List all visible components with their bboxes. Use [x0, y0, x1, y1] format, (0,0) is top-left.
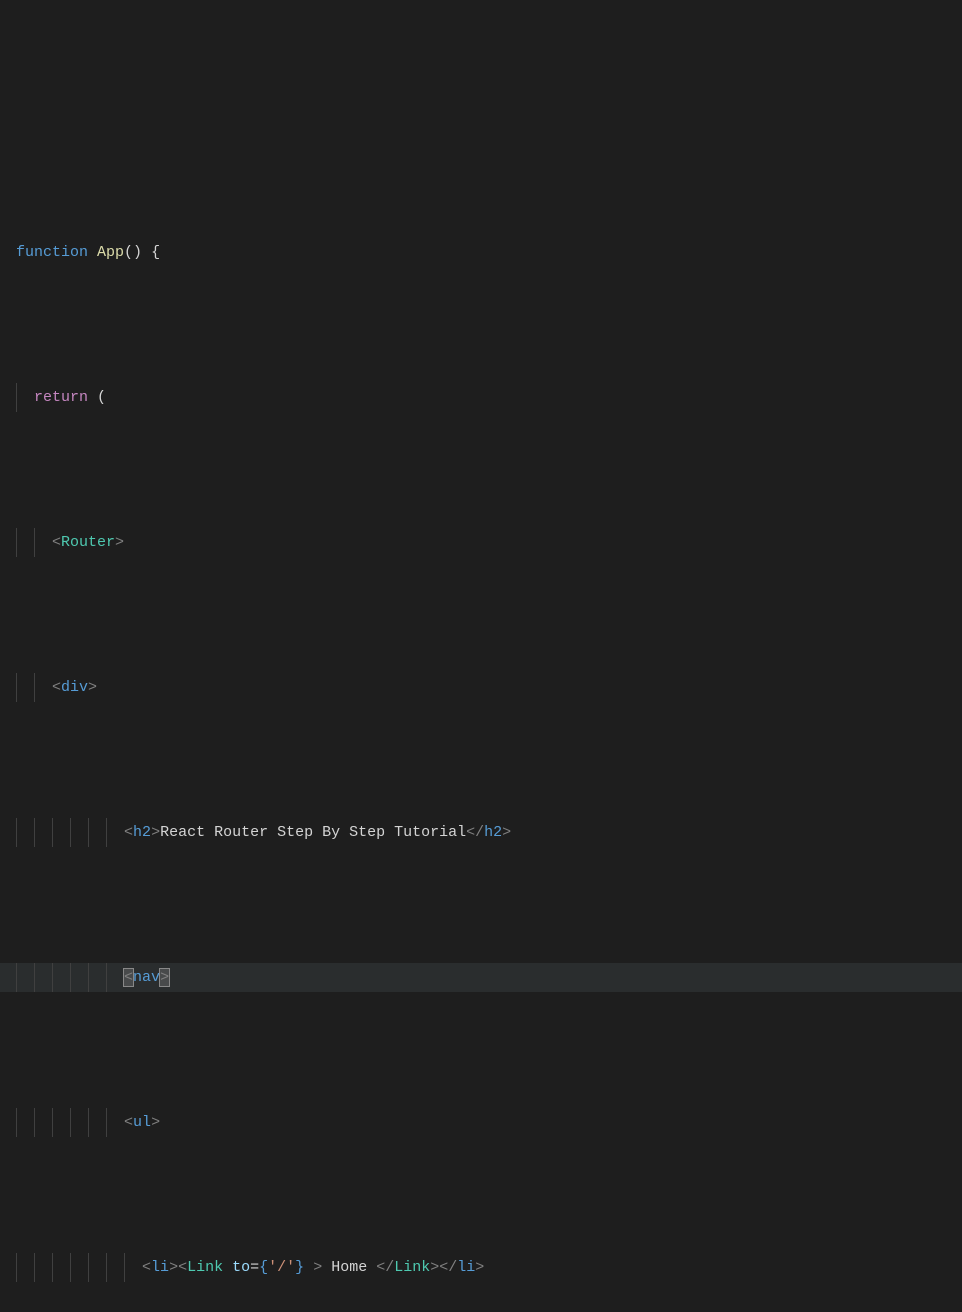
keyword-function: function: [16, 244, 88, 261]
link-path-0: '/': [268, 1259, 295, 1276]
code-line-active: <nav>: [0, 963, 962, 992]
jsx-link-tag: Link: [187, 1259, 223, 1276]
link-text-0: Home: [322, 1259, 376, 1276]
keyword-return: return: [34, 389, 88, 406]
parens: (): [124, 244, 142, 261]
jsx-ul-tag: ul: [133, 1114, 151, 1131]
jsx-div-tag: div: [61, 679, 88, 696]
open-brace: {: [151, 244, 160, 261]
function-name: App: [97, 244, 124, 261]
code-line: return (: [0, 383, 962, 412]
jsx-nav-tag: nav: [133, 969, 160, 986]
code-line: <ul>: [0, 1108, 962, 1137]
code-line: <h2>React Router Step By Step Tutorial</…: [0, 818, 962, 847]
jsx-h2-tag: h2: [133, 824, 151, 841]
code-line: <Router>: [0, 528, 962, 557]
attr-to: to: [232, 1259, 250, 1276]
open-paren: (: [97, 389, 106, 406]
code-editor[interactable]: function App() { return ( <Router> <div>…: [0, 122, 962, 778]
code-line: <li><Link to={'/'} > Home </Link></li>: [0, 1253, 962, 1282]
bracket-match-open: <: [124, 969, 133, 986]
code-line: function App() {: [0, 238, 962, 267]
code-line: <div>: [0, 673, 962, 702]
h2-text: React Router Step By Step Tutorial: [160, 824, 466, 841]
bracket-match-close: >: [160, 969, 169, 986]
jsx-router-tag: Router: [61, 534, 115, 551]
